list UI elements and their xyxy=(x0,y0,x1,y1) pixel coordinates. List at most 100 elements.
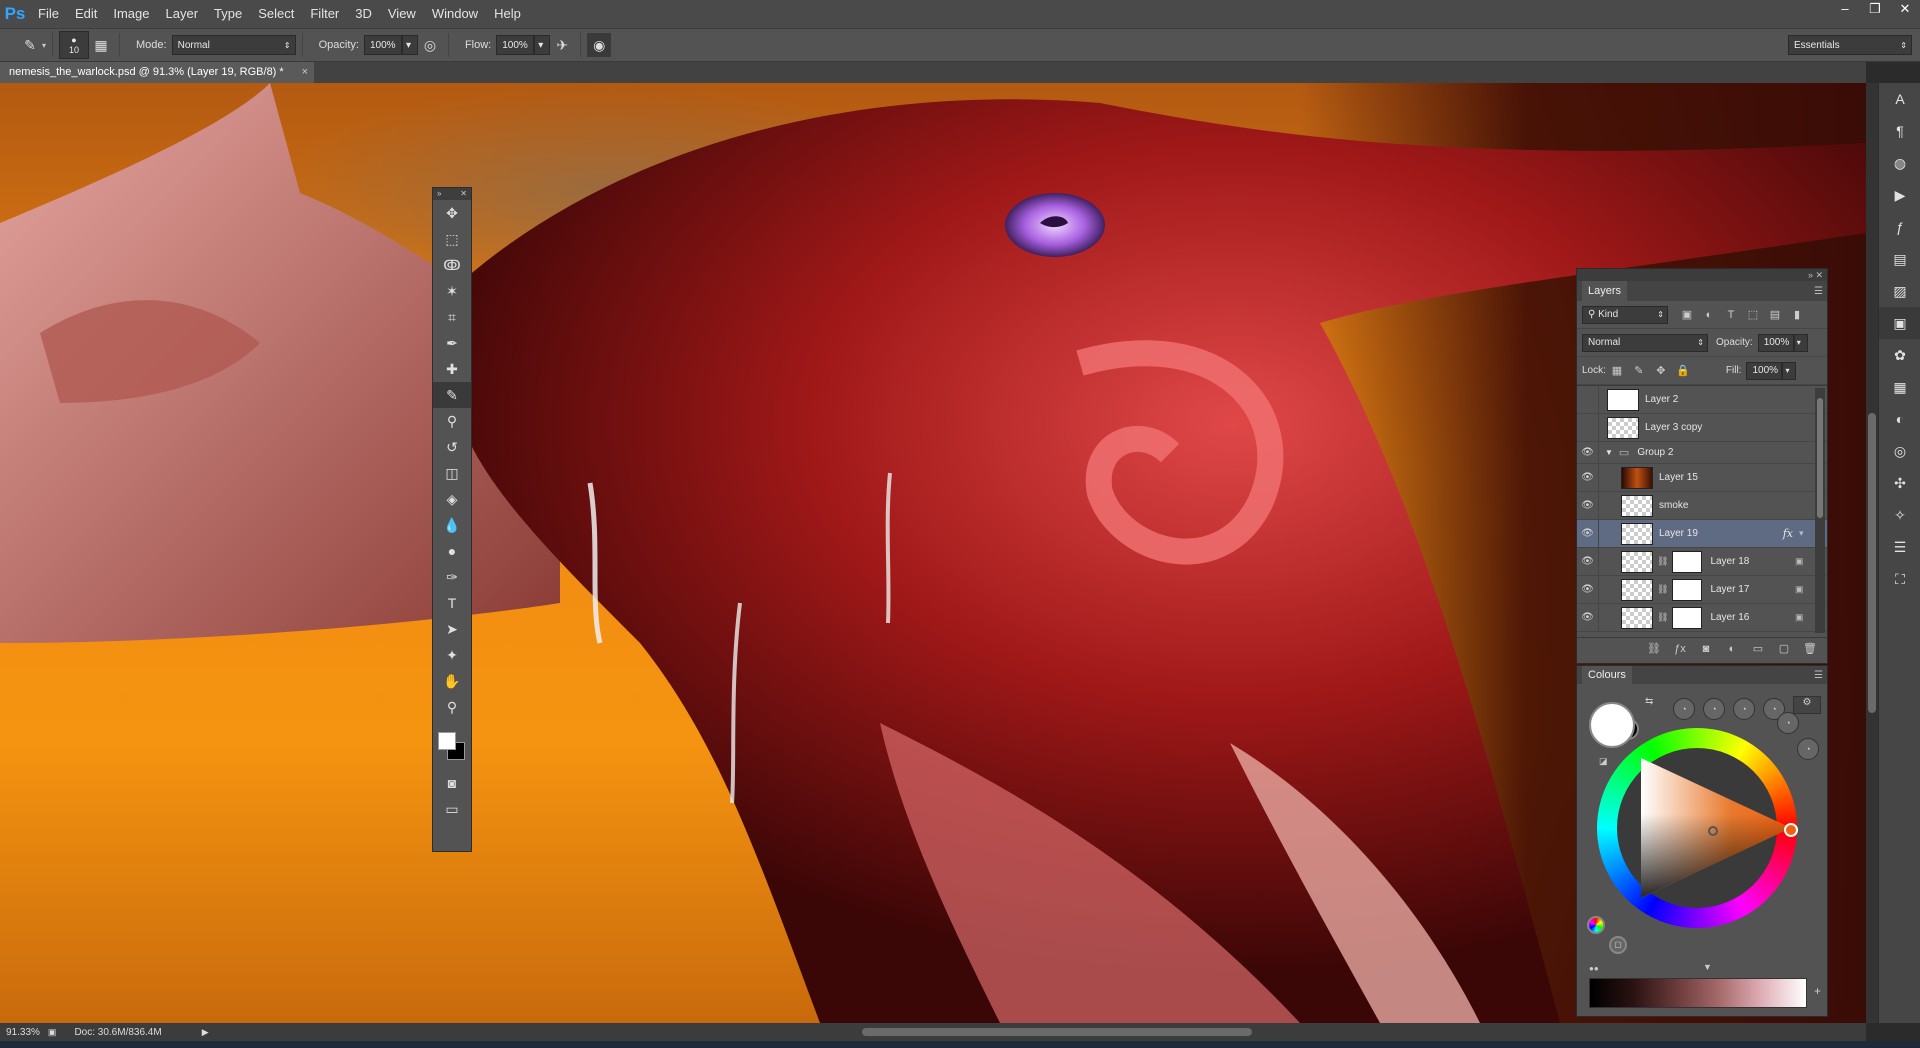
workspace-select[interactable]: Essentials ⇕ xyxy=(1788,35,1912,55)
brush-panel-icon[interactable]: ▦ xyxy=(89,33,113,57)
colours-tab[interactable]: Colours xyxy=(1582,666,1632,684)
hue-marker[interactable] xyxy=(1784,823,1798,837)
knob-icon[interactable]: ◔ xyxy=(1703,698,1725,720)
new-group-icon[interactable]: ▭ xyxy=(1747,642,1769,655)
layer-mask-thumbnail[interactable] xyxy=(1672,550,1703,573)
paragraph-panel-icon[interactable]: ¶ xyxy=(1879,115,1920,147)
fill-input[interactable]: 100% xyxy=(1746,361,1783,380)
marquee-tool-icon[interactable]: ⬚ xyxy=(433,226,471,252)
close-window-button[interactable]: ✕ xyxy=(1890,0,1920,20)
eraser-tool-icon[interactable]: ◫ xyxy=(433,460,471,486)
new-layer-icon[interactable]: ▢ xyxy=(1773,642,1795,655)
swap-colors-icon[interactable]: ⇆ xyxy=(1645,696,1653,707)
layer-mask-thumbnail[interactable] xyxy=(1672,578,1703,601)
zoom-level[interactable]: 91.33% xyxy=(6,1027,40,1038)
lock-position-icon[interactable]: ✥ xyxy=(1650,362,1672,380)
airbrush-icon[interactable]: ✈ xyxy=(550,33,574,57)
filter-shape-icon[interactable]: ⬚ xyxy=(1742,306,1764,324)
knob-icon[interactable]: ◔ xyxy=(1733,698,1755,720)
new-adjustment-icon[interactable]: ◐ xyxy=(1721,643,1743,655)
vertical-scroll-thumb[interactable] xyxy=(1868,413,1876,713)
pen-tool-icon[interactable]: ✑ xyxy=(433,564,471,590)
eye-icon[interactable]: 👁 xyxy=(1577,575,1599,604)
healing-brush-tool-icon[interactable]: ✚ xyxy=(433,356,471,382)
chevron-down-icon[interactable]: ▼ xyxy=(1605,448,1613,457)
type-tool-icon[interactable]: T xyxy=(433,590,471,616)
zoom-tool-icon[interactable]: ⚲ xyxy=(433,694,471,720)
knob-icon[interactable]: ◔ xyxy=(1797,738,1819,760)
opacity-dropdown[interactable]: ▾ xyxy=(401,35,418,55)
document-tab[interactable]: nemesis_the_warlock.psd @ 91.3% (Layer 1… xyxy=(0,62,314,83)
channels-panel-icon[interactable]: ◎ xyxy=(1879,435,1920,467)
status-menu-arrow[interactable]: ▶ xyxy=(202,1027,209,1038)
foreground-color-circle[interactable] xyxy=(1589,702,1635,748)
menu-view[interactable]: View xyxy=(380,0,424,28)
visibility-toggle[interactable] xyxy=(1577,413,1599,442)
brush-tool-icon[interactable]: ✎ xyxy=(433,382,471,408)
horizontal-scroll-thumb[interactable] xyxy=(862,1028,1252,1036)
link-chain-icon[interactable]: ⛓ xyxy=(1657,612,1668,623)
add-style-icon[interactable]: ƒx xyxy=(1669,643,1691,655)
fill-dropdown[interactable]: ▾ xyxy=(1782,361,1797,380)
menu-image[interactable]: Image xyxy=(105,0,157,28)
eye-icon[interactable]: 👁 xyxy=(1577,547,1599,576)
layer-opacity-input[interactable]: 100% xyxy=(1757,333,1794,352)
gear-icon[interactable]: ⚙ xyxy=(1793,696,1821,714)
menu-type[interactable]: Type xyxy=(206,0,250,28)
layer-list-scrollbar[interactable] xyxy=(1815,388,1825,633)
lock-image-icon[interactable]: ✎ xyxy=(1628,362,1650,380)
layer-row[interactable]: Layer 2 xyxy=(1577,386,1827,414)
chevron-down-icon[interactable]: ▾ xyxy=(1799,528,1813,539)
history-brush-tool-icon[interactable]: ↺ xyxy=(433,434,471,460)
quick-mask-icon[interactable]: ◙ xyxy=(433,770,471,796)
flow-dropdown[interactable]: ▾ xyxy=(534,35,551,55)
magic-wand-tool-icon[interactable]: ✶ xyxy=(433,278,471,304)
color-wheel[interactable] xyxy=(1597,728,1798,928)
menu-file[interactable]: File xyxy=(30,0,67,28)
lasso-tool-icon[interactable]: ↂ xyxy=(433,252,471,278)
restore-button[interactable]: ❐ xyxy=(1860,0,1890,20)
layers-tab[interactable]: Layers xyxy=(1582,281,1628,301)
brush-size-picker[interactable]: ● 10 xyxy=(59,31,90,59)
menu-edit[interactable]: Edit xyxy=(67,0,105,28)
filter-adjustment-icon[interactable]: ◐ xyxy=(1698,306,1720,324)
shape-tool-icon[interactable]: ✦ xyxy=(433,642,471,668)
eye-icon[interactable]: 👁 xyxy=(1577,491,1599,520)
kuler-panel-icon[interactable]: ◍ xyxy=(1879,147,1920,179)
horizontal-scrollbar[interactable] xyxy=(280,1025,1860,1039)
dodge-tool-icon[interactable]: ● xyxy=(433,538,471,564)
lock-transparent-icon[interactable]: ▦ xyxy=(1606,362,1628,380)
layer-list-scroll-thumb[interactable] xyxy=(1817,398,1823,518)
hand-tool-icon[interactable]: ✋ xyxy=(433,668,471,694)
color-marker[interactable] xyxy=(1708,826,1718,836)
square-mode-icon[interactable]: ▢ xyxy=(1609,936,1627,954)
link-chain-icon[interactable]: ⛓ xyxy=(1657,556,1668,567)
layer-effects-badge[interactable]: fx xyxy=(1783,527,1793,540)
tools-panel-header[interactable]: » ✕ xyxy=(433,188,471,200)
menu-select[interactable]: Select xyxy=(250,0,302,28)
layer-opacity-dropdown[interactable]: ▾ xyxy=(1793,333,1808,352)
minimize-button[interactable]: – xyxy=(1830,0,1860,20)
layer-row[interactable]: 👁 ⛓ Layer 18 ▣ xyxy=(1577,547,1827,576)
grid-panel-icon[interactable]: ▦ xyxy=(1879,371,1920,403)
brush-panel-icon[interactable]: ▣ xyxy=(1879,307,1920,339)
actions-panel-icon[interactable]: ▶ xyxy=(1879,179,1920,211)
layer-row[interactable]: 👁 ⛓ Layer 17 ▣ xyxy=(1577,575,1827,604)
path-selection-tool-icon[interactable]: ➤ xyxy=(433,616,471,642)
menu-3d[interactable]: 3D xyxy=(347,0,380,28)
panel-menu-icon[interactable]: ☰ xyxy=(1814,286,1823,297)
filter-kind-select[interactable]: ⚲ Kind ⇕ xyxy=(1582,305,1668,324)
clone-stamp-tool-icon[interactable]: ⚲ xyxy=(433,408,471,434)
layers-panel-header[interactable]: » ✕ xyxy=(1577,269,1827,281)
menu-filter[interactable]: Filter xyxy=(302,0,347,28)
flow-input[interactable]: 100% xyxy=(496,35,535,55)
blend-mode-select[interactable]: Normal ⇕ xyxy=(1582,333,1708,352)
opacity-input[interactable]: 100% xyxy=(363,35,402,55)
filter-type-icon[interactable]: T xyxy=(1720,306,1742,324)
brush-preset-icon[interactable]: ✎ xyxy=(18,33,42,57)
delete-layer-icon[interactable]: 🗑 xyxy=(1799,642,1821,655)
add-mask-icon[interactable]: ◙ xyxy=(1695,643,1717,655)
knob-icon[interactable]: ◔ xyxy=(1673,698,1695,720)
adjustments-panel-icon[interactable]: ◐ xyxy=(1879,403,1920,435)
eye-icon[interactable]: 👁 xyxy=(1577,519,1599,548)
